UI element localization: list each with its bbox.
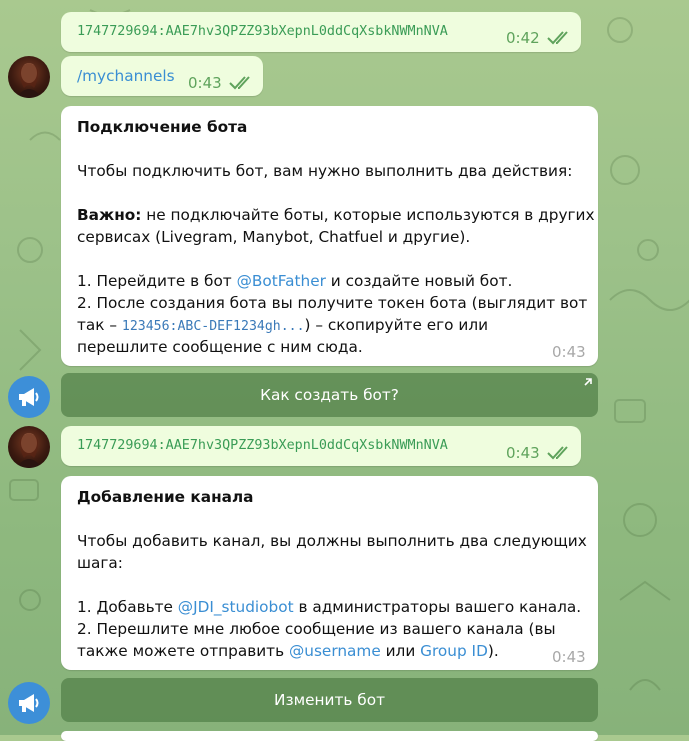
step-1: 1. Перейдите в бот @BotFather и создайте… — [77, 270, 512, 292]
step-prefix: также можете отправить — [77, 642, 289, 660]
megaphone-icon — [19, 694, 39, 712]
message-title: Добавление канала — [77, 488, 254, 506]
user-avatar[interactable] — [8, 426, 50, 468]
step-prefix: 1. Перейдите в бот — [77, 272, 237, 290]
token-text: 1747729694:AAE7hv3QPZZ93bXepnL0ddCqXsbkN… — [77, 438, 448, 453]
message-time: 0:43 — [506, 444, 540, 462]
botfather-link[interactable]: @BotFather — [237, 272, 326, 290]
studiobot-link[interactable]: @JDI_studiobot — [178, 598, 294, 616]
double-check-icon — [229, 76, 250, 90]
step-2-line-1: 2. После создания бота вы получите токен… — [77, 294, 588, 312]
incoming-message-add-channel[interactable]: Добавление канала Чтобы добавить канал, … — [61, 476, 598, 670]
step-1: 1. Добавьте @JDI_studiobot в администрат… — [77, 596, 581, 618]
step-suffix: и создайте новый бот. — [325, 272, 513, 290]
important-text: не подключайте боты, которые используютс… — [141, 206, 595, 224]
change-bot-button[interactable]: Изменить бот — [61, 678, 598, 722]
message-intro-2: шага: — [77, 554, 123, 572]
step-suffix: ). — [487, 642, 499, 660]
arrow-up-right-icon — [584, 378, 592, 386]
step-prefix: так – — [77, 316, 122, 334]
important-label: Важно: — [77, 206, 142, 224]
user-avatar[interactable] — [8, 56, 50, 98]
incoming-message-connect-bot[interactable]: Подключение бота Чтобы подключить бот, в… — [61, 106, 598, 366]
step-2-line-2: так – 123456:ABC-DEF1234gh...) – скопиру… — [77, 314, 488, 338]
double-check-icon — [547, 446, 568, 460]
step-2-line-2: также можете отправить @username или Gro… — [77, 640, 499, 662]
step-2-line-1: 2. Перешлите мне любое сообщение из ваше… — [77, 620, 556, 638]
group-id-link[interactable]: Group ID — [420, 642, 488, 660]
step-suffix: ) – скопируйте его или — [304, 316, 489, 334]
step-prefix: 1. Добавьте — [77, 598, 178, 616]
bot-avatar[interactable] — [8, 682, 50, 724]
button-label: Как создать бот? — [260, 386, 399, 404]
message-time: 0:43 — [552, 343, 586, 361]
username-link[interactable]: @username — [289, 642, 381, 660]
step-2-line-3: перешлите сообщение с ним сюда. — [77, 338, 363, 356]
step-mid: или — [380, 642, 421, 660]
outgoing-message-token[interactable]: 1747729694:AAE7hv3QPZZ93bXepnL0ddCqXsbkN… — [61, 12, 581, 52]
button-label: Изменить бот — [274, 691, 385, 709]
bot-avatar[interactable] — [8, 376, 50, 418]
incoming-message-partial — [61, 731, 598, 741]
message-intro: Чтобы добавить канал, вы должны выполнит… — [77, 532, 587, 550]
message-title: Подключение бота — [77, 118, 248, 136]
outgoing-message-command[interactable]: /mychannels 0:43 — [61, 56, 263, 96]
how-to-create-bot-button[interactable]: Как создать бот? — [61, 373, 598, 417]
important-line-2: сервисах (Livegram, Manybot, Chatfuel и … — [77, 228, 471, 246]
megaphone-icon — [19, 388, 39, 406]
message-intro: Чтобы подключить бот, вам нужно выполнит… — [77, 162, 573, 180]
step-suffix: в администраторы вашего канала. — [293, 598, 582, 616]
command-text[interactable]: /mychannels — [77, 67, 175, 85]
double-check-icon — [547, 31, 568, 45]
message-time: 0:43 — [552, 648, 586, 666]
outgoing-message-token[interactable]: 1747729694:AAE7hv3QPZZ93bXepnL0ddCqXsbkN… — [61, 426, 581, 466]
important-line: Важно: не подключайте боты, которые испо… — [77, 204, 595, 226]
token-example-code[interactable]: 123456:ABC-DEF1234gh... — [122, 319, 305, 334]
message-time: 0:42 — [506, 29, 540, 47]
token-text: 1747729694:AAE7hv3QPZZ93bXepnL0ddCqXsbkN… — [77, 24, 448, 39]
message-time: 0:43 — [188, 74, 222, 92]
